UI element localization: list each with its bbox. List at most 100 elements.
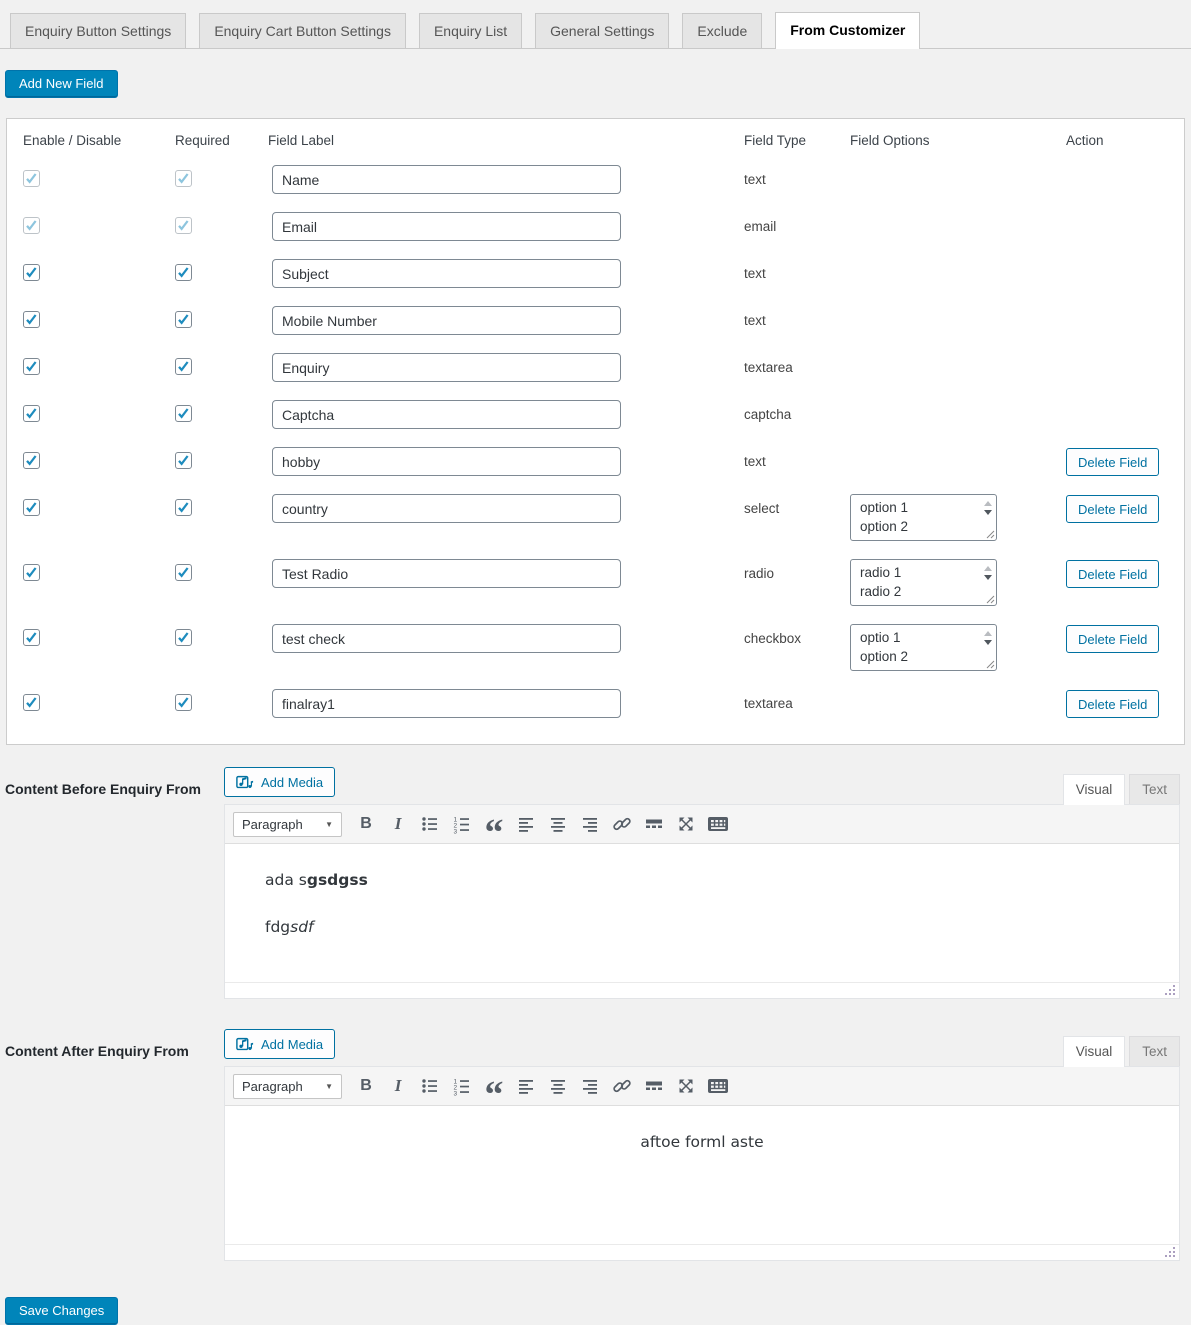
enable-checkbox[interactable] bbox=[23, 358, 40, 375]
field-options-textarea[interactable]: radio 1radio 2 bbox=[850, 559, 997, 606]
bold-button[interactable]: B bbox=[354, 812, 378, 836]
align-center-button[interactable] bbox=[546, 1074, 570, 1098]
fullscreen-button[interactable] bbox=[674, 812, 698, 836]
field-label-input[interactable] bbox=[272, 306, 621, 335]
enable-checkbox[interactable] bbox=[23, 405, 40, 422]
field-type-text: email bbox=[744, 219, 776, 234]
field-options-textarea[interactable]: option 1option 2 bbox=[850, 494, 997, 541]
checkmark-icon bbox=[176, 453, 191, 468]
resize-grip-icon[interactable] bbox=[986, 530, 995, 539]
scroll-down-icon[interactable] bbox=[984, 575, 992, 580]
delete-field-button[interactable]: Delete Field bbox=[1066, 690, 1159, 718]
align-right-button[interactable] bbox=[578, 812, 602, 836]
required-checkbox[interactable] bbox=[175, 452, 192, 469]
field-label-input[interactable] bbox=[272, 212, 621, 241]
header-field-options: Field Options bbox=[850, 133, 1066, 148]
blockquote-button[interactable]: “ bbox=[482, 812, 506, 836]
editor-content-area[interactable]: aftoe forml aste bbox=[225, 1106, 1179, 1244]
toolbar-toggle-button[interactable] bbox=[706, 1074, 730, 1098]
editor-status-bar bbox=[225, 982, 1179, 998]
scroll-down-icon[interactable] bbox=[984, 640, 992, 645]
enable-checkbox[interactable] bbox=[23, 694, 40, 711]
numbered-list-button[interactable]: 123 bbox=[450, 812, 474, 836]
fullscreen-button[interactable] bbox=[674, 1074, 698, 1098]
field-label-input[interactable] bbox=[272, 624, 621, 653]
delete-field-button[interactable]: Delete Field bbox=[1066, 560, 1159, 588]
field-options-values: radio 1radio 2 bbox=[860, 563, 974, 601]
field-label-input[interactable] bbox=[272, 447, 621, 476]
enable-checkbox[interactable] bbox=[23, 452, 40, 469]
blockquote-button[interactable]: “ bbox=[482, 1074, 506, 1098]
text-tab[interactable]: Text bbox=[1129, 774, 1180, 804]
delete-field-button[interactable]: Delete Field bbox=[1066, 625, 1159, 653]
delete-field-button[interactable]: Delete Field bbox=[1066, 448, 1159, 476]
field-options-textarea[interactable]: optio 1option 2 bbox=[850, 624, 997, 671]
editor-resize-grip-icon[interactable] bbox=[1164, 1246, 1176, 1258]
field-label-input[interactable] bbox=[272, 165, 621, 194]
align-left-button[interactable] bbox=[514, 1074, 538, 1098]
field-label-input[interactable] bbox=[272, 259, 621, 288]
editor-content-area[interactable]: ada sgsdgssfdgsdf bbox=[225, 844, 1179, 982]
checkmark-icon bbox=[176, 265, 191, 280]
required-checkbox[interactable] bbox=[175, 405, 192, 422]
visual-tab[interactable]: Visual bbox=[1063, 774, 1126, 805]
enable-checkbox[interactable] bbox=[23, 311, 40, 328]
field-label-input[interactable] bbox=[272, 400, 621, 429]
read-more-button[interactable] bbox=[642, 812, 666, 836]
table-row: select option 1option 2 Delete Field bbox=[7, 494, 1184, 541]
enable-checkbox[interactable] bbox=[23, 499, 40, 516]
text-tab[interactable]: Text bbox=[1129, 1036, 1180, 1066]
field-label-input[interactable] bbox=[272, 689, 621, 718]
resize-grip-icon[interactable] bbox=[986, 595, 995, 604]
tab-exclude[interactable]: Exclude bbox=[682, 13, 762, 48]
add-media-button[interactable]: Add Media bbox=[224, 767, 335, 797]
paragraph-dropdown-value: Paragraph bbox=[242, 817, 303, 832]
required-checkbox[interactable] bbox=[175, 499, 192, 516]
tab-enquiry-button-settings[interactable]: Enquiry Button Settings bbox=[10, 13, 186, 48]
required-checkbox bbox=[175, 170, 192, 187]
scroll-up-icon[interactable] bbox=[984, 566, 992, 571]
add-media-button[interactable]: Add Media bbox=[224, 1029, 335, 1059]
enable-checkbox[interactable] bbox=[23, 264, 40, 281]
enable-checkbox[interactable] bbox=[23, 564, 40, 581]
tab-enquiry-list[interactable]: Enquiry List bbox=[419, 13, 522, 48]
bold-button[interactable]: B bbox=[354, 1074, 378, 1098]
tab-general-settings[interactable]: General Settings bbox=[535, 13, 669, 48]
numbered-list-button[interactable]: 123 bbox=[450, 1074, 474, 1098]
align-left-button[interactable] bbox=[514, 812, 538, 836]
italic-button[interactable]: I bbox=[386, 1074, 410, 1098]
align-right-button[interactable] bbox=[578, 1074, 602, 1098]
required-checkbox[interactable] bbox=[175, 694, 192, 711]
required-checkbox[interactable] bbox=[175, 629, 192, 646]
scroll-up-icon[interactable] bbox=[984, 501, 992, 506]
resize-grip-icon[interactable] bbox=[986, 660, 995, 669]
link-button[interactable] bbox=[610, 1074, 634, 1098]
tab-enquiry-cart-button-settings[interactable]: Enquiry Cart Button Settings bbox=[199, 13, 406, 48]
visual-tab[interactable]: Visual bbox=[1063, 1036, 1126, 1067]
field-label-input[interactable] bbox=[272, 559, 621, 588]
save-changes-button[interactable]: Save Changes bbox=[5, 1297, 118, 1325]
required-checkbox[interactable] bbox=[175, 264, 192, 281]
field-label-input[interactable] bbox=[272, 494, 621, 523]
toolbar-toggle-button[interactable] bbox=[706, 812, 730, 836]
bulleted-list-button[interactable] bbox=[418, 812, 442, 836]
add-new-field-button[interactable]: Add New Field bbox=[5, 70, 118, 98]
editor-resize-grip-icon[interactable] bbox=[1164, 984, 1176, 996]
enable-checkbox[interactable] bbox=[23, 629, 40, 646]
required-checkbox[interactable] bbox=[175, 358, 192, 375]
paragraph-format-dropdown[interactable]: Paragraph ▼ bbox=[233, 812, 342, 837]
align-center-button[interactable] bbox=[546, 812, 570, 836]
field-options-values: option 1option 2 bbox=[860, 498, 974, 536]
required-checkbox[interactable] bbox=[175, 564, 192, 581]
delete-field-button[interactable]: Delete Field bbox=[1066, 495, 1159, 523]
tab-from-customizer[interactable]: From Customizer bbox=[775, 12, 920, 49]
italic-button[interactable]: I bbox=[386, 812, 410, 836]
scroll-up-icon[interactable] bbox=[984, 631, 992, 636]
scroll-down-icon[interactable] bbox=[984, 510, 992, 515]
read-more-button[interactable] bbox=[642, 1074, 666, 1098]
field-label-input[interactable] bbox=[272, 353, 621, 382]
paragraph-format-dropdown[interactable]: Paragraph ▼ bbox=[233, 1074, 342, 1099]
required-checkbox[interactable] bbox=[175, 311, 192, 328]
link-button[interactable] bbox=[610, 812, 634, 836]
bulleted-list-button[interactable] bbox=[418, 1074, 442, 1098]
